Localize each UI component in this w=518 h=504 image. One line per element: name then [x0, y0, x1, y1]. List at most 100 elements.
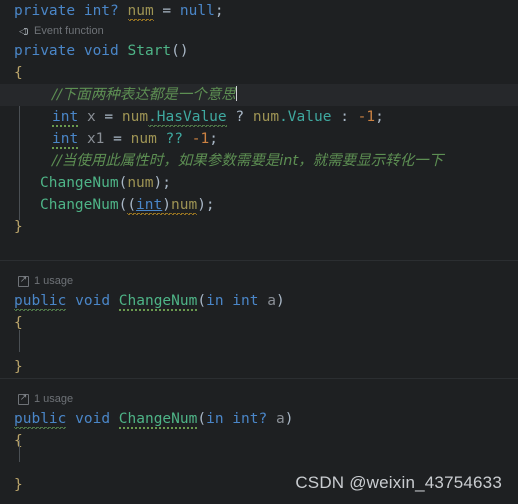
code-line-blank-1[interactable]	[0, 238, 518, 260]
keyword-int-nullable: int?	[83, 3, 119, 19]
code-line-changenum-int-signature[interactable]: public void ChangeNum(in int a)	[0, 290, 518, 312]
space-18	[224, 411, 233, 427]
param-name-a-2: a	[275, 411, 285, 427]
operator-assign: =	[153, 3, 180, 19]
method-name-changenum-nullable: ChangeNum	[118, 411, 198, 429]
csdn-watermark: CSDN @weixin_43754633	[295, 473, 502, 492]
parentheses-start: ()	[171, 43, 189, 59]
code-line-int-x1[interactable]: int x1 = num ?? -1;	[0, 128, 518, 150]
method-call-changenum-1: ChangeNum	[40, 175, 119, 191]
code-line-start-close-brace[interactable]: }	[0, 216, 518, 238]
space-19	[267, 411, 276, 427]
operator-null-coalesce: ??	[165, 131, 192, 147]
number-literal-2: -1	[191, 131, 210, 147]
identifier-num-3: num	[252, 109, 280, 125]
number-literal-1: -1	[357, 109, 376, 125]
paren-close-sig-1: )	[275, 293, 285, 309]
code-line-comment-1[interactable]: //下面两种表达都是一个意思	[0, 84, 518, 106]
property-has-value: .HasValue	[148, 109, 227, 127]
comment-text-1: //下面两种表达都是一个意思	[52, 87, 236, 103]
usage-count-label-1: 1 usage	[34, 275, 74, 287]
code-line-changenum-int-close-brace[interactable]: }	[0, 356, 518, 378]
close-brace-changenum-nullable: }	[14, 477, 23, 493]
keyword-int-cast: int	[136, 197, 163, 213]
ternary-question: ?	[235, 109, 253, 125]
identifier-num-2: num	[121, 109, 149, 125]
usage-arrow-icon	[18, 274, 29, 287]
semicolon-2: ;	[375, 109, 384, 125]
inlay-hint-label: Event function	[34, 25, 104, 37]
space-4	[119, 43, 128, 59]
keyword-in-2: in	[206, 411, 224, 427]
code-line-changenum-int-open-brace[interactable]: {	[0, 312, 518, 334]
code-line-call-changenum-2[interactable]: ChangeNum((int)num);	[0, 194, 518, 216]
code-line-comment-2[interactable]: //当使用此属性时，如果参数需要是int，就需要显示转化一下	[0, 150, 518, 172]
usage-count-label-2: 1 usage	[34, 393, 74, 405]
argument-num-2: num	[170, 197, 198, 213]
code-line-changenum-nullable-open-brace[interactable]: {	[0, 430, 518, 452]
method-call-changenum-2: ChangeNum	[40, 197, 119, 213]
code-line-int-x[interactable]: int x = num.HasValue ? num.Value : -1;	[0, 106, 518, 128]
keyword-public-2: public	[14, 411, 67, 429]
space-17	[110, 411, 119, 427]
semicolon-1: ;	[214, 3, 224, 19]
ternary-colon: :	[340, 109, 358, 125]
inlay-hint-event-function[interactable]: Event function	[0, 22, 518, 40]
space-16	[66, 411, 75, 427]
method-name-start: Start	[127, 43, 172, 59]
space-11	[157, 131, 166, 147]
operator-assign-x: =	[104, 109, 122, 125]
unity-event-icon	[18, 26, 29, 37]
close-brace-changenum-int: }	[14, 359, 23, 375]
text-caret	[235, 86, 237, 101]
space-15	[259, 293, 268, 309]
close-brace-start: }	[14, 219, 23, 235]
cast-expression: (int)num	[127, 197, 198, 215]
cast-paren-open: (	[127, 197, 137, 213]
inlay-hint-usage-1[interactable]: 1 usage	[0, 272, 518, 290]
variable-x1: x1	[86, 131, 105, 147]
open-brace-start: {	[14, 65, 23, 81]
keyword-public-1: public	[14, 293, 67, 311]
space-5	[78, 109, 87, 125]
semicolon-3: ;	[209, 131, 218, 147]
open-brace-changenum-int: {	[14, 315, 23, 331]
paren-close-sig-2: )	[284, 411, 294, 427]
space-2	[119, 3, 128, 19]
comment-text-2: //当使用此属性时，如果参数需要是int，就需要显示转化一下	[52, 153, 444, 169]
keyword-void-2: void	[75, 293, 111, 309]
paren-open-call-2: (	[118, 197, 128, 213]
paren-open-sig-1: (	[197, 293, 207, 309]
property-value: .Value	[279, 109, 332, 125]
code-line-start-signature[interactable]: private void Start()	[0, 40, 518, 62]
keyword-null: null	[179, 3, 215, 19]
keyword-private-2: private	[14, 43, 76, 59]
identifier-num-4: num	[130, 131, 157, 147]
code-line-field-declaration[interactable]: private int? num = null;	[0, 0, 518, 22]
keyword-in-1: in	[206, 293, 224, 309]
space-3	[75, 43, 84, 59]
code-line-start-open-brace[interactable]: {	[0, 62, 518, 84]
code-line-changenum-nullable-signature[interactable]: public void ChangeNum(in int? a)	[0, 408, 518, 430]
param-name-a-1: a	[267, 293, 276, 309]
param-type-int-nullable: int?	[232, 411, 268, 427]
inlay-hint-usage-2[interactable]: 1 usage	[0, 390, 518, 408]
keyword-void-3: void	[75, 411, 111, 427]
paren-open-call-1: (	[118, 175, 128, 191]
code-line-changenum-nullable-body[interactable]	[0, 452, 518, 474]
code-line-changenum-int-body[interactable]	[0, 334, 518, 356]
keyword-int-x1: int	[52, 131, 79, 149]
cast-paren-close: )	[162, 197, 171, 213]
code-line-call-changenum-1[interactable]: ChangeNum(num);	[0, 172, 518, 194]
operator-assign-x1: =	[113, 131, 131, 147]
usage-arrow-icon	[18, 392, 29, 405]
space-9	[78, 131, 87, 147]
keyword-int-x: int	[52, 109, 79, 127]
space-8	[331, 109, 340, 125]
space-13	[110, 293, 119, 309]
code-editor[interactable]: private int? num = null; Event function …	[0, 0, 518, 504]
paren-open-sig-2: (	[197, 411, 207, 427]
method-name-changenum-int: ChangeNum	[118, 293, 198, 311]
